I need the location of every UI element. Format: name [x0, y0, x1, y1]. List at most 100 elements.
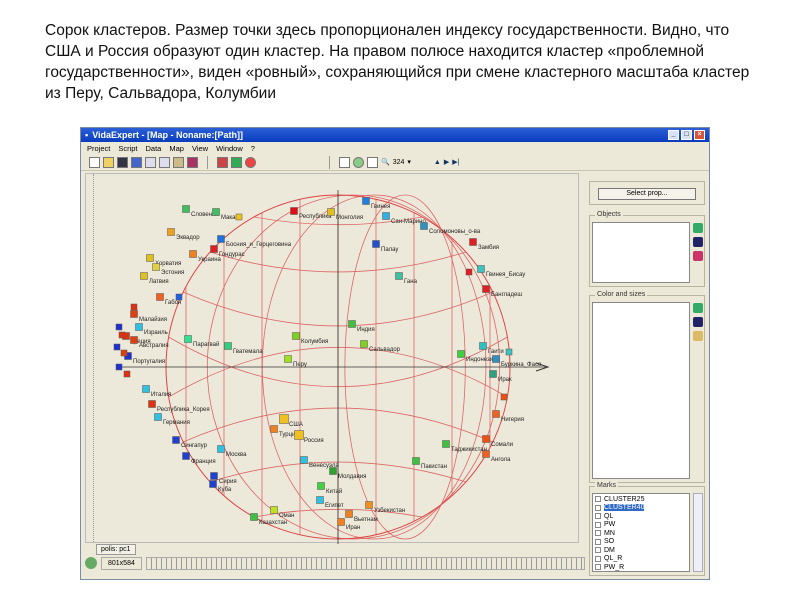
status-bar: 801x584 — [85, 555, 585, 571]
rows-icon[interactable] — [145, 156, 156, 168]
sphere-map[interactable]: Словения Макао Республика МонголияГвинеяСан… — [86, 174, 580, 544]
columns-icon[interactable] — [159, 156, 170, 168]
color-points-icon[interactable] — [231, 156, 242, 168]
select-prop-button[interactable]: Select prop... — [598, 188, 696, 200]
mark-checkbox[interactable] — [595, 513, 601, 520]
add-objects-icon[interactable] — [693, 223, 703, 233]
color-sizes-list[interactable] — [592, 302, 690, 479]
mark-checkbox[interactable] — [595, 538, 601, 545]
data-point — [148, 400, 156, 408]
mark-label: MN — [604, 529, 615, 537]
pin-icon[interactable] — [245, 156, 256, 168]
data-point — [382, 212, 390, 220]
data-point — [420, 222, 428, 230]
mark-item[interactable]: QL_R — [593, 555, 689, 564]
mark-checkbox[interactable] — [595, 496, 601, 503]
save-icon[interactable] — [117, 156, 128, 168]
up-icon[interactable]: ▲ — [434, 159, 441, 166]
marks-list[interactable]: CLUSTER25 CLUSTER40 QL PW MN SO DM QL_R PW_R — [592, 493, 690, 572]
close-button[interactable]: × — [694, 130, 705, 140]
zoom-dropdown-icon[interactable]: ▾ — [407, 158, 411, 166]
mark-item[interactable]: SO — [593, 538, 689, 547]
data-point — [292, 332, 300, 340]
layers-icon[interactable] — [131, 156, 142, 168]
map-tab[interactable]: polis: pc1 — [96, 544, 136, 555]
data-point — [457, 350, 465, 358]
point-label: Египет — [325, 503, 344, 509]
progress-track — [145, 556, 585, 570]
mark-checkbox[interactable] — [595, 564, 601, 571]
point-label: Буркина_Фасо — [501, 362, 542, 368]
mark-item[interactable]: QL — [593, 512, 689, 521]
save-color-icon[interactable] — [693, 317, 703, 327]
point-label: Китай — [326, 488, 342, 495]
minimize-button[interactable]: _ — [668, 130, 679, 140]
slide-caption: Сорок кластеров. Размер точки здесь проп… — [45, 22, 750, 102]
point-label: Вьетнам — [354, 517, 378, 523]
menu-help[interactable]: ? — [251, 144, 255, 153]
data-point — [300, 456, 308, 464]
mark-label: PW_R — [604, 563, 625, 571]
book-icon[interactable] — [187, 156, 198, 168]
zoom-value[interactable]: 324 — [393, 159, 405, 166]
hand-icon[interactable] — [367, 156, 378, 168]
rotate-icon[interactable] — [353, 156, 364, 168]
marks-label: Marks — [595, 482, 619, 489]
mark-checkbox[interactable] — [595, 530, 601, 537]
map-canvas[interactable]: Словения Макао Республика Монголия Гвинея Сан… — [85, 173, 580, 544]
mark-label: QL_R — [604, 555, 623, 563]
pointer-icon[interactable] — [339, 156, 350, 168]
point-label: Узбекистан — [374, 508, 405, 514]
mark-item[interactable]: DM — [593, 546, 689, 555]
menu-map[interactable]: Map — [169, 144, 184, 153]
new-icon[interactable] — [89, 156, 100, 168]
data-point — [154, 413, 162, 421]
data-point — [395, 272, 403, 280]
menu-project[interactable]: Project — [87, 144, 110, 153]
data-point — [182, 205, 190, 213]
open-icon[interactable] — [103, 156, 114, 168]
menu-script[interactable]: Script — [118, 144, 137, 153]
end-icon[interactable]: ▶| — [452, 158, 459, 166]
menu-window[interactable]: Window — [216, 144, 243, 153]
data-point — [412, 457, 420, 465]
table-icon[interactable] — [217, 156, 228, 168]
zoom-icon[interactable]: 🔍 — [381, 158, 390, 166]
maximize-button[interactable]: □ — [681, 130, 692, 140]
objects-list[interactable] — [592, 222, 690, 283]
point-label: Сомали — [491, 442, 513, 448]
data-point — [235, 213, 243, 221]
mark-checkbox[interactable] — [595, 547, 601, 554]
color-sizes-group: Color and sizes — [589, 291, 705, 483]
data-point — [477, 265, 485, 273]
data-point — [130, 303, 138, 311]
point-label: Габон — [165, 300, 181, 306]
marks-scrollbar[interactable] — [693, 493, 703, 572]
tool-icon[interactable] — [173, 156, 184, 168]
point-label: Италия — [151, 392, 171, 398]
vertical-ruler — [86, 174, 94, 542]
mark-checkbox[interactable] — [595, 555, 601, 562]
data-point — [135, 323, 143, 331]
menu-view[interactable]: View — [192, 144, 208, 153]
mark-item[interactable]: CLUSTER25 — [593, 495, 689, 504]
point-label: Бангладеш — [491, 292, 522, 298]
data-point — [175, 293, 183, 301]
point-label: Сингапур — [181, 443, 208, 449]
mark-item[interactable]: PW_R — [593, 563, 689, 572]
remove-objects-icon[interactable] — [693, 251, 703, 261]
menu-data[interactable]: Data — [146, 144, 162, 153]
mark-checkbox[interactable] — [595, 504, 601, 511]
mark-item[interactable]: MN — [593, 529, 689, 538]
add-color-icon[interactable] — [693, 303, 703, 313]
mark-label: QL — [604, 512, 614, 520]
point-label: Индонезия — [466, 357, 496, 363]
mark-item[interactable]: PW — [593, 521, 689, 530]
mark-checkbox[interactable] — [595, 521, 601, 528]
point-label: Парагвай — [193, 341, 219, 348]
save-objects-icon[interactable] — [693, 237, 703, 247]
play-icon[interactable]: ▶ — [444, 158, 449, 166]
mark-item[interactable]: CLUSTER40 — [593, 504, 689, 513]
open-folder-icon[interactable] — [693, 331, 703, 341]
data-point — [500, 393, 508, 401]
